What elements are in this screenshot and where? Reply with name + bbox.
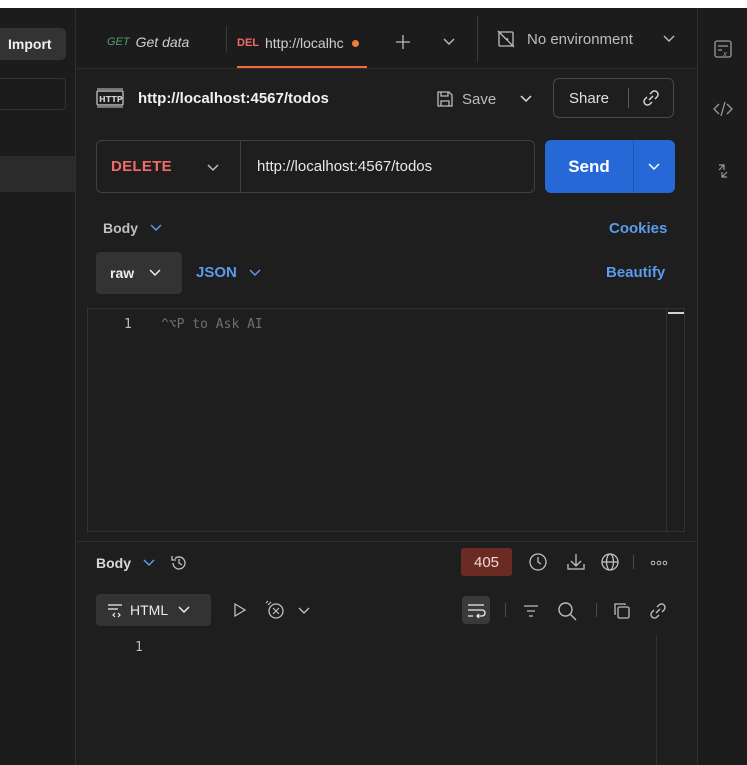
editor-line-number: 1 [124,317,132,332]
tab-divider [477,16,478,62]
json-chevron-down-icon [249,268,261,276]
response-scrollbar[interactable] [656,635,657,765]
raw-chevron-down-icon [149,269,161,277]
share-divider [628,88,629,108]
editor-scroll-thumb[interactable] [668,312,684,314]
save-icon [437,91,453,107]
more-options-icon[interactable] [649,552,669,572]
method-label: DELETE [111,158,172,175]
response-format-select[interactable]: HTML [96,594,211,626]
no-environment-icon [497,30,515,48]
tab-title: http://localhc [265,35,344,51]
send-divider [633,140,634,193]
code-format-icon [108,604,122,618]
copy-link-icon[interactable] [641,88,661,108]
status-badge[interactable]: 405 [461,548,512,576]
svg-text:x: x [722,50,728,58]
tab-method-del: DEL [237,37,259,49]
new-tab-plus-icon[interactable] [395,34,411,50]
icon-divider [633,555,634,569]
right-rail: x [697,8,747,765]
method-chevron-down-icon [207,164,219,172]
json-label: JSON [196,264,237,281]
wrap-lines-button[interactable] [462,596,490,624]
tab-title: Get data [135,34,190,50]
tab-method-get: GET [107,36,130,48]
url-input[interactable]: http://localhost:4567/todos [257,141,432,192]
body-tab[interactable]: Body [103,220,162,236]
cookies-link[interactable]: Cookies [609,220,667,237]
tab-get-data[interactable]: GET Get data [107,22,189,62]
filter-icon[interactable] [521,601,541,621]
beautify-link[interactable]: Beautify [606,264,665,281]
globe-icon[interactable] [600,552,620,572]
variables-icon[interactable]: x [712,38,734,60]
response-time-icon[interactable] [528,552,548,572]
environment-selector[interactable]: No environment [497,30,675,48]
history-icon[interactable] [169,553,189,573]
tabs-chevron-down-icon[interactable] [443,37,455,47]
sidebar-search-input[interactable] [0,78,66,110]
editor-placeholder: ^⌥P to Ask AI [161,317,263,332]
send-label: Send [568,156,610,176]
tab-divider [226,26,227,52]
download-icon[interactable] [566,552,586,572]
body-chevron-down-icon [150,224,162,232]
save-label: Save [462,90,497,108]
collapse-arrows-icon[interactable] [712,160,734,182]
code-icon[interactable] [712,98,734,120]
search-icon[interactable] [556,600,578,622]
request-name[interactable]: http://localhost:4567/todos [138,90,329,107]
editor-scrollbar[interactable] [666,309,685,531]
tab-delete-request[interactable]: DEL http://localhc [237,20,367,68]
environment-chevron-down-icon [663,35,675,42]
svg-text:HTTP: HTTP [99,95,123,104]
response-link-icon[interactable] [648,601,668,621]
share-button[interactable]: Share [553,78,674,118]
wrap-lines-icon [468,604,486,619]
icon-divider [596,603,597,617]
body-label: Body [103,220,138,236]
import-button[interactable]: Import [0,28,66,60]
unsaved-dot-icon [351,39,359,47]
save-options-chevron-down-icon[interactable] [518,90,534,106]
visualize-icon[interactable] [264,599,286,621]
environment-label: No environment [527,30,633,48]
url-bar: DELETE http://localhost:4567/todos [96,140,535,193]
raw-label: raw [110,265,135,281]
copy-icon[interactable] [612,601,632,621]
response-format-label: HTML [130,602,169,618]
response-line-number: 1 [135,640,143,655]
body-editor[interactable]: 1 ^⌥P to Ask AI [87,308,685,532]
body-type-select[interactable]: raw [96,252,182,294]
language-select[interactable]: JSON [196,264,261,281]
sidebar: Import [0,8,76,765]
response-body-tab[interactable]: Body [96,553,189,573]
response-body-label: Body [96,555,131,571]
visualize-chevron-down-icon[interactable] [298,606,310,616]
response-body-chevron-down-icon [143,559,155,567]
share-label: Share [569,89,610,107]
response-divider[interactable] [77,541,697,542]
app-window: Import GET Get data DEL http://localhc N… [0,8,747,765]
request-header: HTTP http://localhost:4567/todos Save Sh… [96,78,676,120]
icon-divider [505,603,506,617]
tab-bar: GET Get data DEL http://localhc No envir… [77,8,697,69]
send-options-chevron-down-icon[interactable] [646,158,662,174]
format-chevron-down-icon [178,606,190,614]
http-request-icon: HTTP [96,88,124,108]
send-button[interactable]: Send [545,140,675,193]
sidebar-selected-item[interactable] [0,156,75,192]
save-button[interactable]: Save [436,86,496,112]
preview-play-icon[interactable] [232,602,248,618]
